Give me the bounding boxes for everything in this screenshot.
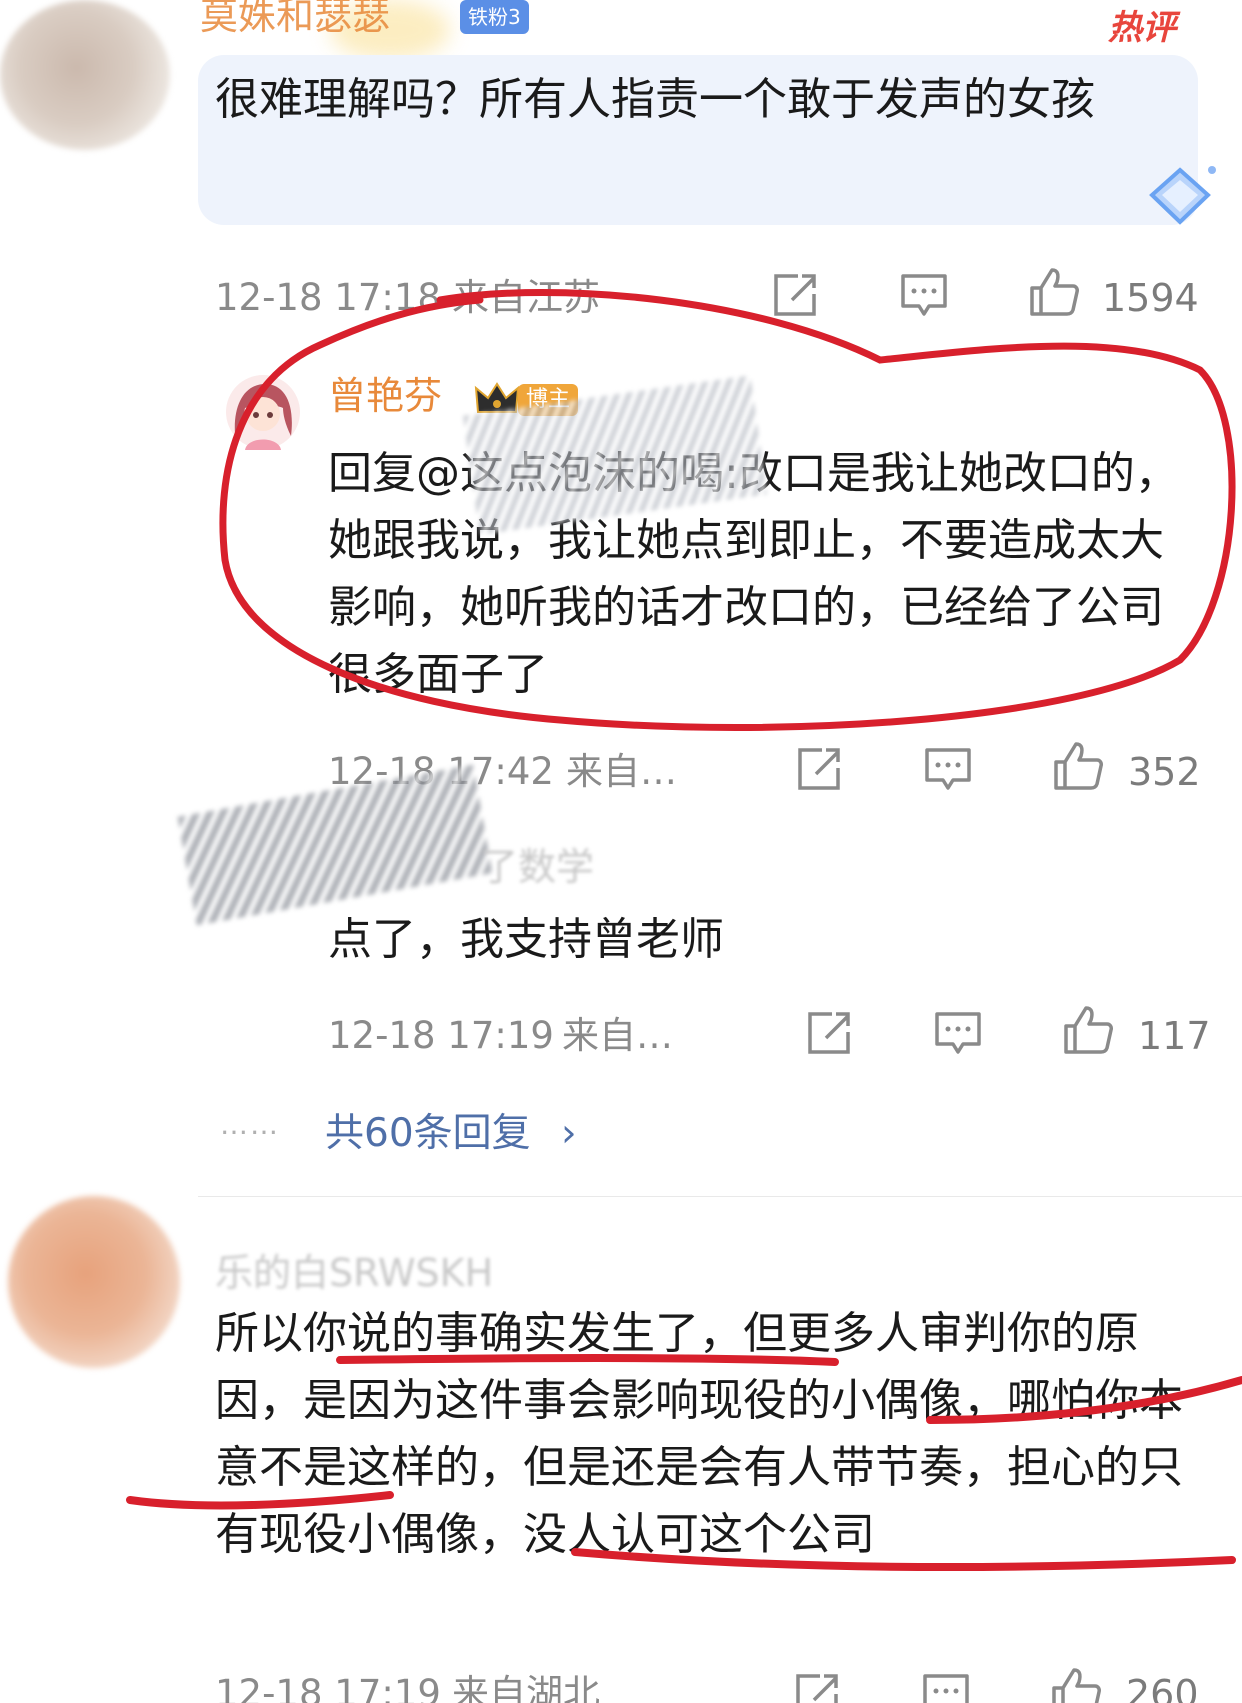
comment-time: 12-18 17:19	[215, 1672, 441, 1703]
more-replies-label: 共60条回复	[325, 1111, 531, 1156]
privacy-mosaic	[177, 764, 493, 926]
like-count: 260	[1126, 1672, 1199, 1703]
comment-username[interactable]: 莫姝和瑟瑟	[200, 0, 390, 38]
thumbs-up-icon[interactable]	[1050, 1666, 1102, 1703]
fan-badge-label: 铁粉3	[468, 5, 521, 29]
reply-time: 12-18 17:19	[328, 1014, 554, 1057]
comment-text: 所以你说的事确实发生了，但更多人审判你的原因，是因为这件事会影响现役的小偶像，哪…	[215, 1308, 1183, 1560]
comment-icon[interactable]	[922, 744, 974, 796]
comment-icon[interactable]	[932, 1008, 984, 1060]
comment-location: 来自湖北	[452, 1672, 600, 1703]
comment-text: 很难理解吗？所有人指责一个敢于发声的女孩	[215, 74, 1095, 125]
share-icon[interactable]	[792, 744, 844, 796]
like-count: 352	[1128, 750, 1201, 794]
like-count: 1594	[1102, 276, 1199, 320]
more-replies-dots: ……	[220, 1108, 280, 1141]
reply-text: 点了，我支持曾老师	[328, 914, 724, 965]
reply-username[interactable]: 了数学	[480, 836, 594, 891]
share-icon[interactable]	[802, 1008, 854, 1060]
comment-divider	[198, 1196, 1242, 1197]
thumbs-up-icon[interactable]	[1052, 740, 1104, 792]
fan-badge[interactable]: 铁粉3	[460, 0, 529, 34]
avatar[interactable]	[8, 1196, 180, 1368]
avatar[interactable]	[0, 0, 170, 150]
comment-location: 来自江苏	[452, 276, 600, 319]
diamond-decoration-icon	[1149, 166, 1216, 225]
share-icon[interactable]	[790, 1670, 842, 1703]
share-icon[interactable]	[768, 270, 820, 322]
comment-icon[interactable]	[898, 270, 950, 322]
reply-location: 来自…	[562, 1014, 673, 1057]
hot-comment-tag: 热评	[1108, 8, 1176, 48]
reply-username[interactable]: 曾艳芬	[328, 374, 442, 418]
avatar[interactable]	[225, 374, 301, 450]
comment-username[interactable]: 乐的白SRWSKH	[215, 1242, 493, 1297]
comment-icon[interactable]	[920, 1670, 972, 1703]
thumbs-up-icon[interactable]	[1028, 266, 1080, 318]
like-count: 117	[1138, 1014, 1211, 1058]
reply-location: 来自…	[566, 750, 677, 793]
more-replies-link[interactable]: 共60条回复 ›	[325, 1102, 577, 1158]
comment-time: 12-18 17:18	[215, 276, 441, 319]
thumbs-up-icon[interactable]	[1062, 1004, 1114, 1056]
chevron-right-icon: ›	[561, 1111, 577, 1156]
